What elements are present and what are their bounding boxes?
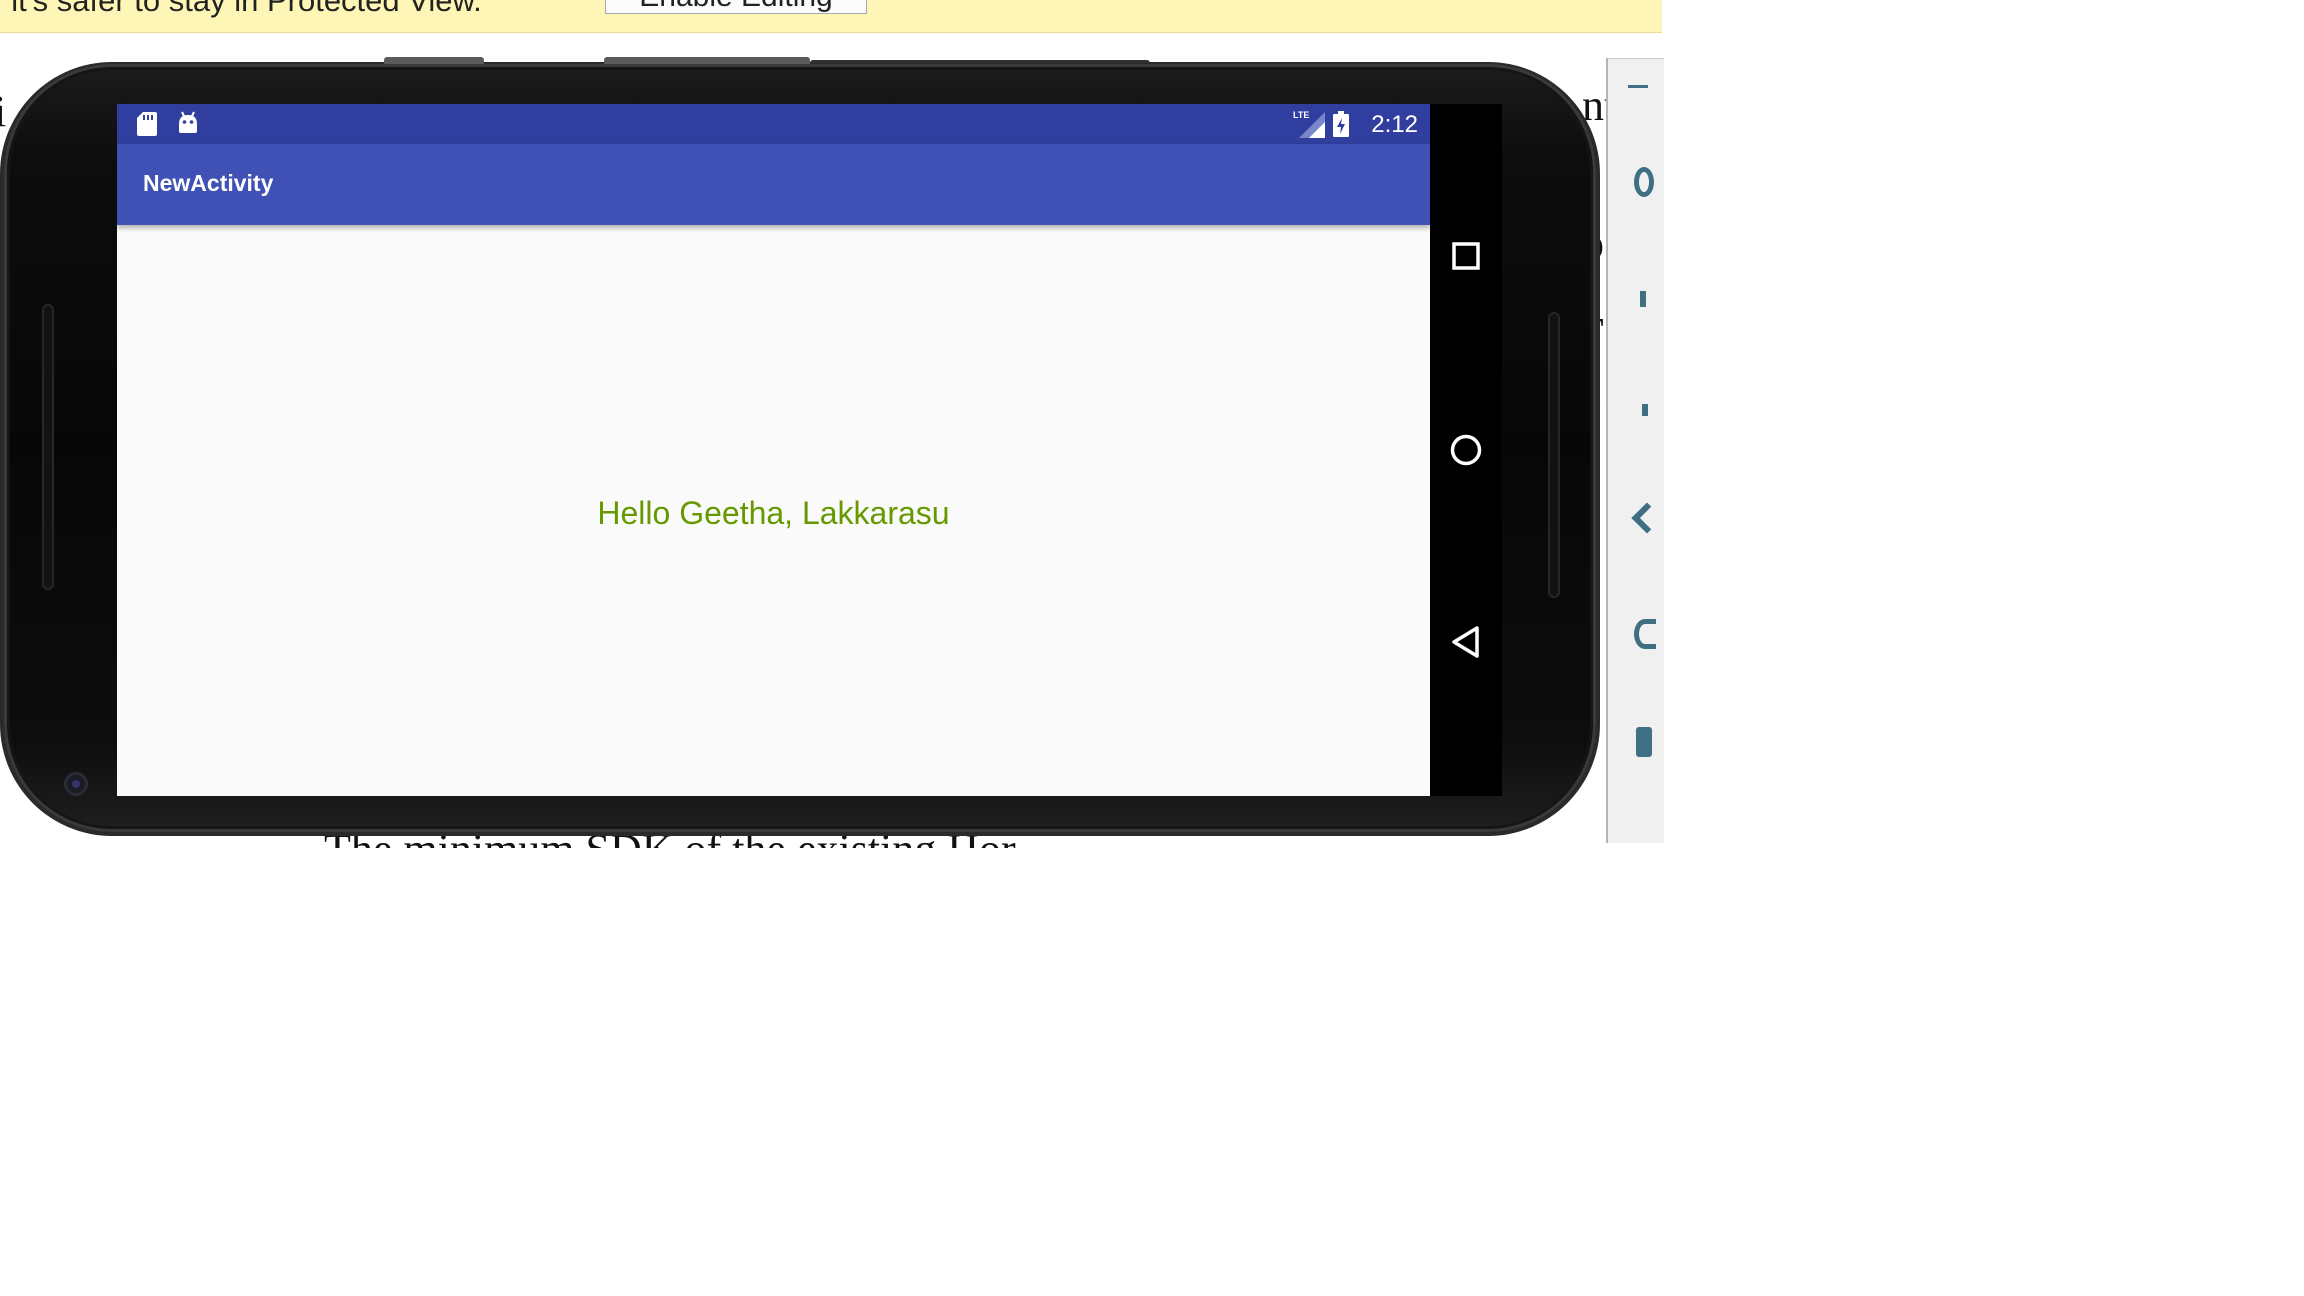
hello-message: Hello Geetha, Lakkarasu (597, 495, 950, 531)
front-camera (64, 772, 88, 796)
square-icon[interactable] (1636, 727, 1652, 757)
app-toolbar: NewActivity (117, 144, 1430, 225)
undo-icon[interactable] (1642, 404, 1648, 416)
right-speaker-grille (1548, 312, 1560, 598)
recents-button[interactable] (1446, 236, 1486, 276)
left-speaker-grille (42, 304, 54, 590)
status-time: 2:12 (1371, 111, 1418, 138)
sd-card-icon (137, 112, 157, 136)
redo-icon[interactable] (1631, 502, 1663, 534)
status-bar: LTE 2:12 (117, 104, 1430, 144)
home-icon (1450, 434, 1482, 466)
home-button[interactable] (1446, 430, 1486, 470)
back-icon (1452, 626, 1479, 658)
protected-view-bar: , it's safer to stay in Protected View. … (0, 0, 1662, 33)
tool-icon[interactable] (1640, 291, 1646, 307)
phone-volume-button[interactable] (384, 57, 484, 64)
emulator-side-toolbar (1606, 58, 1664, 843)
emulator-screen[interactable]: LTE 2:12 NewActivity Hello Geetha, Lakka… (117, 104, 1502, 796)
lte-signal-icon (1299, 112, 1325, 138)
doc-fragment-left-1: i (0, 87, 7, 136)
back-button[interactable] (1446, 622, 1486, 662)
enable-editing-button[interactable]: Enable Editing (605, 0, 867, 14)
protected-view-message: , it's safer to stay in Protected View. (0, 0, 482, 18)
phone-edge-highlight (810, 60, 1150, 63)
link-icon[interactable] (1634, 619, 1656, 649)
activity-content: Hello Geetha, Lakkarasu (117, 225, 1430, 796)
rotate-icon[interactable] (1634, 167, 1654, 197)
minus-icon[interactable] (1628, 85, 1648, 88)
app-title: NewActivity (143, 170, 274, 196)
android-icon (179, 111, 197, 133)
phone-power-button[interactable] (604, 57, 810, 64)
navigation-bar (1430, 104, 1502, 796)
battery-charging-icon (1333, 111, 1349, 137)
recents-icon (1452, 242, 1480, 270)
